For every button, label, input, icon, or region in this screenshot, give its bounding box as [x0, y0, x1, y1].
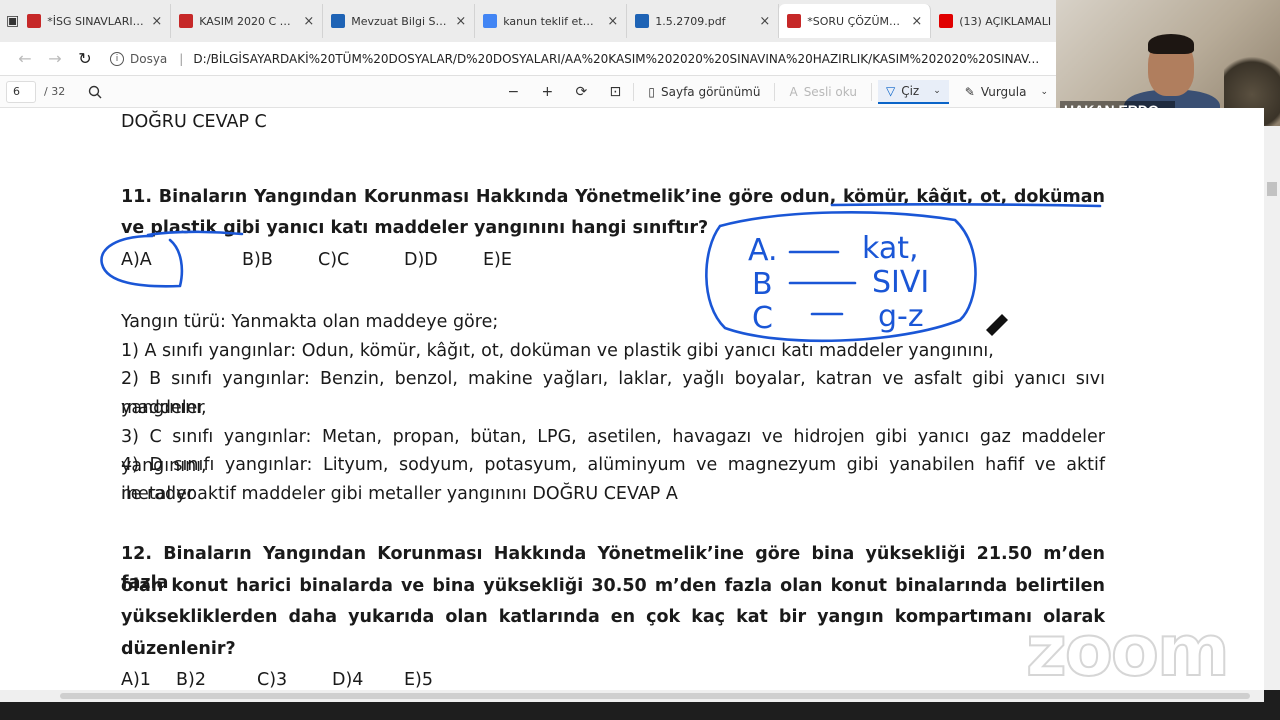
option-a: A)A — [121, 250, 152, 270]
tab-strip: ▣ *İSG SINAVLARINA HAZIR×KASIM 2020 C UZ… — [0, 0, 1084, 42]
fit-page-icon[interactable]: ⊡ — [603, 80, 627, 104]
tab-label: 1.5.2709.pdf — [655, 14, 726, 28]
option-b: B)B — [242, 250, 273, 270]
tab-list: *İSG SINAVLARINA HAZIR×KASIM 2020 C UZMA… — [19, 4, 1084, 38]
vertical-scrollbar[interactable] — [1264, 126, 1280, 690]
page-view-button[interactable]: ▯ Sayfa görünümü — [640, 80, 768, 104]
close-tab-icon[interactable]: × — [759, 14, 770, 29]
page-total: / 32 — [44, 85, 66, 98]
question-12-options: A)1 B)2 C)3 D)4 E)5 — [121, 666, 1105, 690]
question-11-options: A)A B)B C)C D)D E)E — [121, 246, 1105, 275]
highlight-button[interactable]: ✎ Vurgula ⌄ — [957, 80, 1056, 104]
youtube-icon — [939, 14, 954, 28]
divider — [633, 82, 635, 101]
option-a: A)1 — [121, 670, 151, 690]
option-c: C)C — [318, 250, 350, 270]
read-aloud-icon: A — [789, 84, 798, 99]
forward-icon[interactable]: → — [40, 45, 70, 73]
zoom-out-icon[interactable]: − — [501, 80, 525, 104]
draw-button[interactable]: ▽ Çiz ⌄ — [877, 79, 949, 104]
option-b: B)2 — [176, 670, 206, 690]
tab-label: KASIM 2020 C UZMANLIK — [199, 14, 297, 28]
tab-label: kanun teklif etmeye kim — [503, 14, 601, 28]
bottom-bar — [0, 702, 1280, 720]
scrollbar-thumb[interactable] — [1267, 182, 1277, 196]
web-icon — [635, 14, 650, 28]
option-c: C)3 — [257, 670, 288, 690]
pdf-page: DOĞRU CEVAP C 11. Binaların Yangından Ko… — [0, 108, 1264, 690]
tab-label: Mevzuat Bilgi Sistemi — [351, 14, 449, 28]
question-12-line: yüksekliklerden daha yukarıda olan katla… — [121, 607, 1105, 627]
close-tab-icon[interactable]: × — [911, 14, 922, 29]
rotate-icon[interactable]: ⟳ — [569, 80, 593, 104]
close-tab-icon[interactable]: × — [303, 14, 314, 29]
address-bar: ← → ↻ i Dosya | D:/BİLGİSAYARDAKİ%20TÜM%… — [0, 42, 1056, 76]
question-11-line-1: 11. Binaların Yangından Korunması Hakkın… — [121, 187, 1105, 207]
zoom-watermark: zoom — [1025, 610, 1231, 690]
pdf-icon — [179, 14, 194, 28]
page-view-icon: ▯ — [648, 84, 655, 99]
close-tab-icon[interactable]: × — [151, 14, 162, 29]
zoom-in-icon[interactable]: + — [535, 80, 559, 104]
page-number-input[interactable]: 6 — [6, 80, 36, 103]
url-text: D:/BİLGİSAYARDAKİ%20TÜM%20DOSYALAR/D%20D… — [193, 51, 1040, 66]
explanation-line: yangınını, — [121, 398, 207, 418]
chevron-down-icon[interactable]: ⌄ — [1040, 87, 1048, 97]
tab-5[interactable]: 1.5.2709.pdf × — [627, 4, 780, 38]
search-icon[interactable] — [83, 80, 107, 104]
tab-1[interactable]: *İSG SINAVLARINA HAZIR × — [19, 4, 172, 38]
refresh-icon[interactable]: ↻ — [70, 45, 100, 73]
pdf-toolbar: 6 / 32 − + ⟳ ⊡ ▯ Sayfa görünümü A Sesli … — [0, 76, 1056, 108]
url-separator: | — [179, 51, 184, 66]
option-e: E)5 — [404, 670, 434, 690]
scrollbar-thumb[interactable] — [60, 693, 1250, 699]
tab-4[interactable]: kanun teklif etmeye kim × — [475, 4, 628, 38]
tab-label: *SORU ÇÖZÜMLERİ 1 — [807, 14, 905, 28]
question-12-line: düzenlenir? — [121, 639, 236, 659]
person-hair — [1148, 34, 1194, 54]
tab-label: (13) AÇIKLAMALI — [959, 14, 1052, 28]
divider — [870, 82, 872, 101]
previous-answer: DOĞRU CEVAP C — [121, 112, 267, 132]
draw-label: Çiz — [901, 83, 920, 98]
question-12-line: olan konut harici binalarda ve bina yüks… — [121, 576, 1105, 596]
info-icon[interactable]: i — [110, 51, 124, 66]
divider — [774, 82, 776, 101]
tab-actions-icon[interactable]: ▣ — [6, 7, 19, 35]
pdf-icon — [27, 14, 42, 28]
question-11-line-2: ve plastik gibi yanıcı katı maddeler yan… — [121, 218, 709, 238]
close-tab-icon[interactable]: × — [607, 14, 618, 29]
close-tab-icon[interactable]: × — [455, 14, 466, 29]
option-d: D)D — [404, 250, 438, 270]
explanation-line: 1) A sınıfı yangınlar: Odun, kömür, kâğı… — [121, 341, 994, 361]
option-e: E)E — [483, 250, 512, 270]
highlight-label: Vurgula — [980, 84, 1027, 99]
tab-2[interactable]: KASIM 2020 C UZMANLIK × — [171, 4, 324, 38]
url-scheme: Dosya — [130, 51, 168, 66]
horizontal-scrollbar[interactable] — [0, 690, 1264, 702]
draw-icon: ▽ — [885, 83, 896, 98]
read-aloud-label: Sesli oku — [803, 84, 857, 99]
explanation-line: ile radyoaktif maddeler gibi metaller ya… — [121, 484, 678, 504]
google-icon — [483, 14, 498, 28]
tab-3[interactable]: Mevzuat Bilgi Sistemi × — [323, 4, 476, 38]
read-aloud-button[interactable]: A Sesli oku — [781, 80, 864, 104]
explanation-heading: Yangın türü: Yanmakta olan maddeye göre; — [121, 312, 499, 332]
page-view-label: Sayfa görünümü — [661, 84, 761, 99]
back-icon[interactable]: ← — [10, 45, 40, 73]
option-d: D)4 — [332, 670, 364, 690]
pdf-icon — [787, 14, 802, 28]
chevron-down-icon[interactable]: ⌄ — [933, 86, 941, 96]
url-field[interactable]: i Dosya | D:/BİLGİSAYARDAKİ%20TÜM%20DOSY… — [110, 45, 1056, 73]
tab-6[interactable]: *SORU ÇÖZÜMLERİ 1 × — [779, 4, 932, 38]
highlighter-icon: ✎ — [964, 84, 975, 99]
tab-label: *İSG SINAVLARINA HAZIR — [47, 14, 146, 28]
web-icon — [331, 14, 346, 28]
